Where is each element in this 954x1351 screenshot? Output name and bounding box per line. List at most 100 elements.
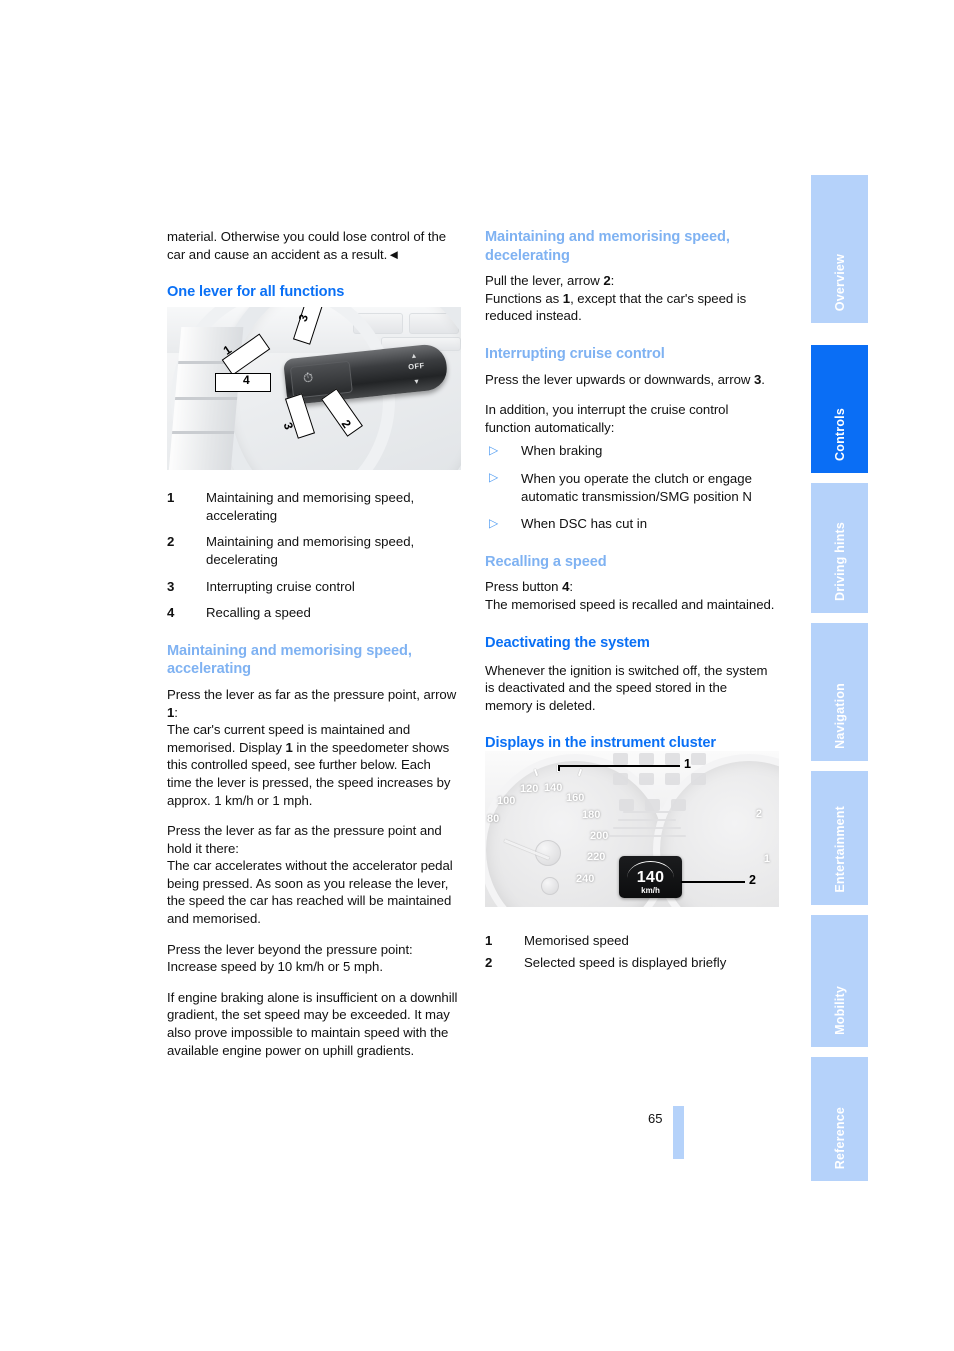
bold-run: 2	[603, 273, 611, 289]
bold-run: 1	[285, 739, 293, 755]
headlight-icon	[665, 773, 680, 785]
cruise-speed-value: 140	[636, 869, 665, 886]
legend-text: Interrupting cruise control	[206, 578, 355, 594]
legend-number: 1	[485, 933, 493, 949]
chevron-up-icon: ▲	[410, 352, 418, 361]
text-run: Press the lever upwards or downwards, ar…	[485, 371, 754, 387]
speedo-tick-label: 100	[497, 795, 516, 807]
callout-number-2: 2	[749, 873, 756, 887]
legend-text: Recalling a speed	[206, 605, 311, 621]
sidebar-tab-entertainment[interactable]: Entertainment	[811, 771, 868, 905]
legend-text: Memorised speed	[524, 933, 629, 949]
intro-paragraph: material. Otherwise you could lose contr…	[167, 229, 447, 262]
text-run: .	[761, 371, 765, 387]
paragraph-hold-lever: Press the lever as far as the pressure p…	[167, 823, 453, 927]
paragraph-recalling: Press button 4: The memorised speed is re…	[485, 578, 777, 613]
sidebar-tab-reference[interactable]: Reference	[811, 1057, 868, 1181]
triangle-bullet-icon: ▷	[489, 515, 499, 530]
speedo-tick-label: 180	[582, 809, 601, 821]
seatbelt-icon	[691, 773, 706, 785]
list-item: ▷ When DSC has cut in	[485, 515, 777, 533]
list-item: 2 Selected speed is displayed briefly	[485, 954, 777, 972]
legend-text: Maintaining and memorising speed, decele…	[206, 534, 415, 567]
bullet-text: When DSC has cut in	[521, 516, 648, 532]
callout-1-leader	[558, 765, 680, 767]
bold-run: 1	[562, 290, 571, 306]
sidebar-tab-label: Mobility	[832, 986, 847, 1035]
bullet-text: When braking	[521, 443, 603, 459]
list-item: 3 Interrupting cruise control	[167, 578, 459, 596]
speedo-tick-label: 220	[587, 851, 606, 863]
triangle-bullet-icon: ▷	[489, 442, 499, 457]
callout-2-leader	[681, 881, 745, 883]
telltale-row-middle	[613, 773, 706, 785]
list-item: 1 Maintaining and memorising speed, acce…	[167, 489, 459, 524]
dtc-icon	[639, 773, 654, 785]
telltale-lamp-icon	[665, 753, 680, 765]
hood-line	[171, 431, 235, 434]
text-run: :	[569, 579, 573, 595]
legend-number: 3	[167, 578, 175, 594]
speedo-tick-label: 120	[520, 783, 539, 795]
speedo-tick-label: 140	[544, 782, 563, 794]
tacho-tick-label: 1	[763, 853, 770, 865]
sidebar-tab-label: Navigation	[832, 683, 847, 749]
sidebar-tab-label: Entertainment	[832, 806, 847, 893]
paragraph-decelerating: Pull the lever, arrow 2: Functions as 1, …	[485, 272, 777, 325]
page-number: 65	[648, 1111, 663, 1126]
legend-text: Maintaining and memorising speed, accele…	[206, 490, 415, 523]
paragraph-beyond-pressure-point: Press the lever beyond the pressure poin…	[167, 941, 413, 975]
telltale-lamp-icon	[691, 753, 706, 765]
figure-instrument-cluster: 80 100 120 140 160 180 200 220 240 2 1 1…	[485, 751, 779, 907]
tacho-tick-label: 2	[755, 808, 762, 820]
sidebar-tab-controls[interactable]: Controls	[811, 345, 868, 473]
page-number-rule	[673, 1106, 684, 1159]
paragraph-deactivating: Whenever the ignition is switched off, t…	[485, 662, 768, 713]
heading-displays-in-instrument-cluster: Displays in the instrument cluster	[485, 735, 716, 752]
telltale-lamp-icon	[639, 753, 654, 765]
cluster-figure-legend: 1 Memorised speed 2 Selected speed is di…	[485, 932, 777, 971]
triangle-bullet-icon: ▷	[489, 470, 499, 485]
cruise-control-icon: ⏱	[302, 369, 314, 386]
sidebar-tab-navigation[interactable]: Navigation	[811, 623, 868, 761]
sidebar-tab-label: Driving hints	[832, 522, 847, 601]
legend-number: 2	[485, 954, 493, 970]
text-run: :	[610, 273, 615, 289]
manual-page: material. Otherwise you could lose contr…	[0, 0, 954, 1351]
cruise-speed-unit: km/h	[641, 886, 660, 895]
callout-number-1: 1	[684, 757, 691, 771]
instrument-hood	[168, 327, 244, 470]
legend-number: 1	[167, 490, 175, 506]
chevron-down-icon: ▼	[412, 378, 421, 387]
heading-recalling-a-speed: Recalling a speed	[485, 553, 607, 570]
figure-steering-column-stalk: ⏱ ▲ OFF ▼ 1 2 3 3 4 VKF-0000-01	[167, 307, 461, 470]
callout-number: 4	[243, 373, 250, 387]
stalk-figure-legend: 1 Maintaining and memorising speed, acce…	[167, 489, 459, 622]
list-item: 2 Maintaining and memorising speed, dece…	[167, 533, 459, 568]
speedo-tick-label: 240	[576, 873, 595, 885]
speedo-sub-hub	[541, 877, 559, 895]
auto-interrupt-bullet-list: ▷ When braking ▷ When you operate the cl…	[485, 442, 777, 532]
list-item: ▷ When braking	[485, 442, 777, 460]
shift-indicator-graphic	[605, 809, 689, 845]
cruise-control-speed-display: 140 km/h	[619, 856, 682, 898]
stalk-off-label: OFF	[407, 360, 425, 372]
heading-maintaining-decelerating: Maintaining and memorising speed, decele…	[485, 229, 730, 264]
sidebar-tab-label: Reference	[832, 1106, 847, 1169]
sidebar-tab-label: Overview	[832, 253, 847, 311]
hood-line	[174, 397, 238, 400]
text-run: Pull the lever, arrow	[485, 273, 604, 289]
sidebar-tab-mobility[interactable]: Mobility	[811, 915, 868, 1047]
sidebar-tab-label: Controls	[832, 408, 847, 461]
sidebar-tab-driving-hints[interactable]: Driving hints	[811, 483, 868, 613]
paragraph-gradients: If engine braking alone is insufficient …	[167, 989, 458, 1058]
list-item: 1 Memorised speed	[485, 932, 777, 950]
sidebar-tab-overview[interactable]: Overview	[811, 175, 868, 323]
heading-maintaining-accelerating: Maintaining and memorising speed, accele…	[167, 642, 412, 678]
bullet-text: When you operate the clutch or engage au…	[521, 470, 752, 504]
text-run: :	[174, 704, 178, 720]
telltale-lamp-icon	[613, 753, 628, 765]
list-item: 4 Recalling a speed	[167, 604, 459, 622]
heading-one-lever-for-all-functions: One lever for all functions	[167, 284, 345, 301]
speedo-tick-label: 80	[487, 813, 500, 825]
